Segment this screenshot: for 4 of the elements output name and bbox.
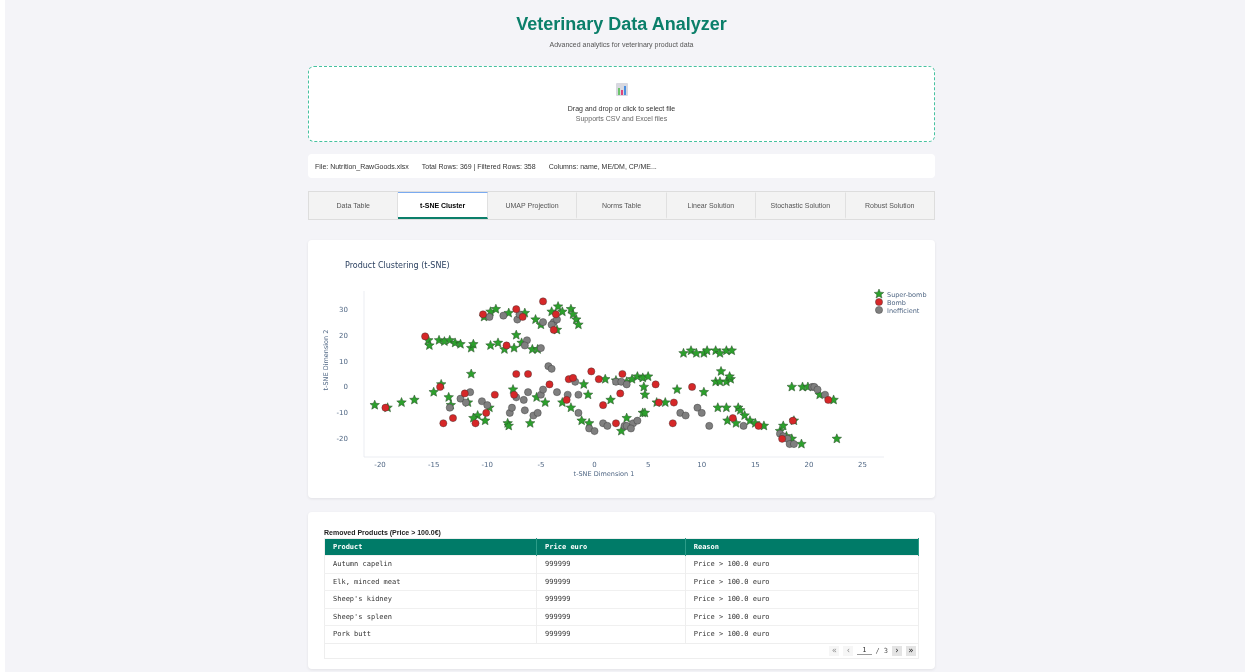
app-title: Veterinary Data Analyzer xyxy=(516,14,727,35)
last-page-button[interactable]: » xyxy=(906,645,916,656)
next-page-button[interactable]: › xyxy=(892,645,902,656)
chart-title: Product Clustering (t-SNE) xyxy=(345,261,450,270)
